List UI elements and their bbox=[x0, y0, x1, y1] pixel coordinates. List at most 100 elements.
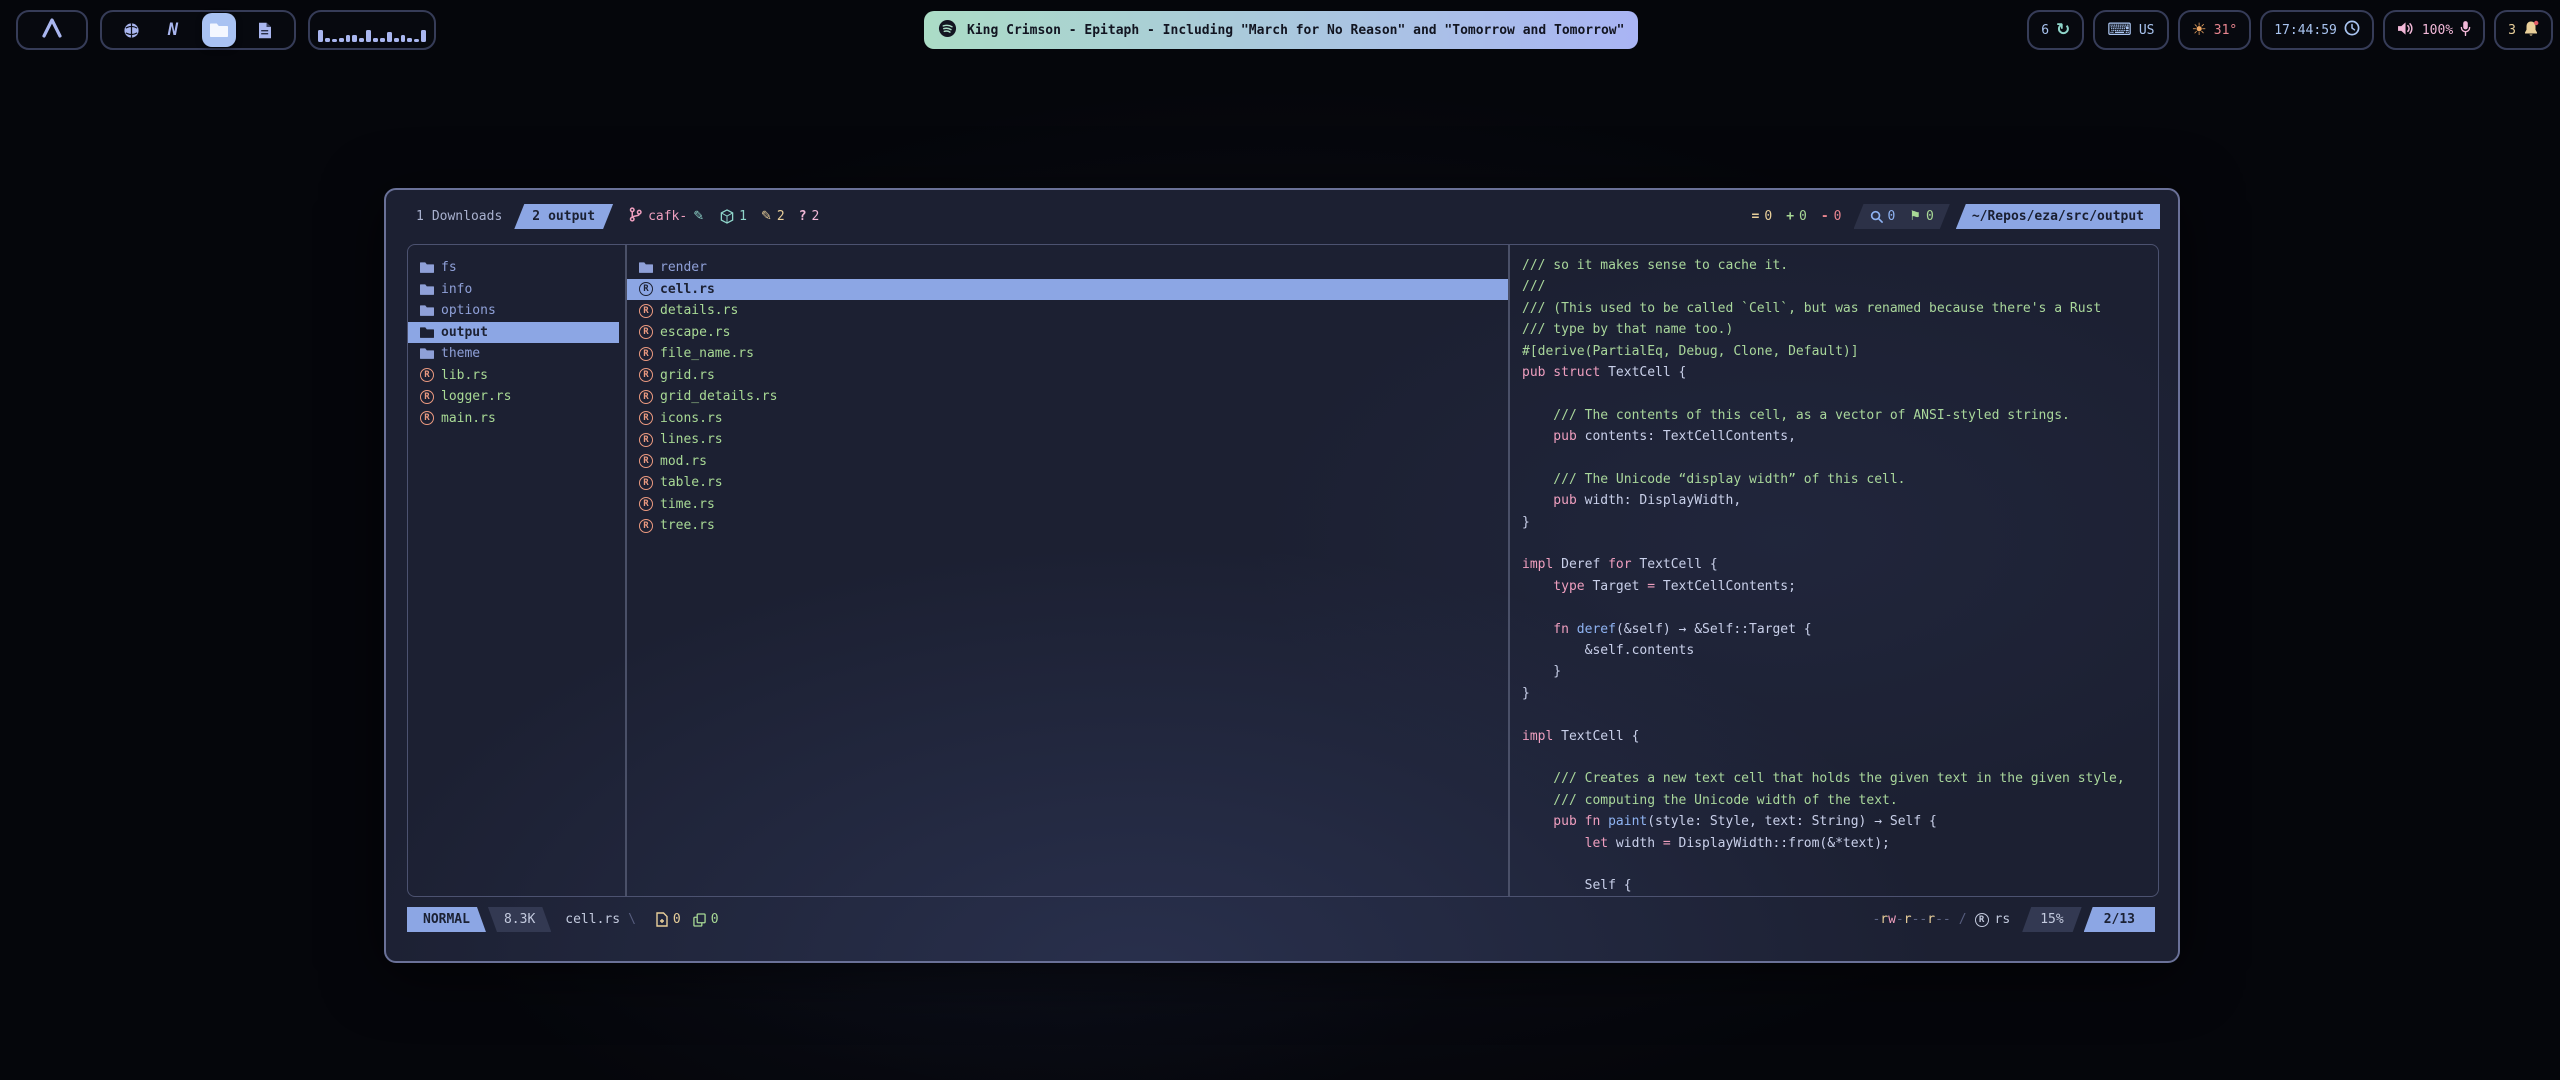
clock-widget[interactable]: 17:44:59 bbox=[2260, 10, 2374, 50]
tab-label: output bbox=[548, 209, 595, 224]
microphone-icon bbox=[2460, 20, 2471, 40]
file-item-grid_details.rs[interactable]: Rgrid_details.rs bbox=[627, 386, 1508, 408]
rust-file-icon: R bbox=[639, 368, 653, 382]
now-playing-widget[interactable]: King Crimson - Epitaph - Including "Marc… bbox=[924, 11, 1638, 49]
breadcrumb-path: ~/Repos/eza/src/output bbox=[1972, 209, 2144, 224]
git-stat-pencil: ✎2 bbox=[761, 209, 785, 224]
launcher-button[interactable] bbox=[16, 10, 88, 50]
visualizer-bar bbox=[373, 38, 378, 42]
dir-item-fs[interactable]: fs bbox=[408, 257, 625, 279]
file-preview-pane: /// so it makes sense to cache it.//////… bbox=[1510, 245, 2158, 896]
file-item-grid.rs[interactable]: Rgrid.rs bbox=[627, 365, 1508, 387]
file-item-lib.rs[interactable]: Rlib.rs bbox=[408, 365, 625, 387]
file-size: 8.3K bbox=[504, 912, 535, 927]
item-label: logger.rs bbox=[441, 389, 511, 404]
tab-label: Downloads bbox=[432, 209, 502, 224]
updates-count: 6 bbox=[2041, 23, 2049, 38]
folder-icon bbox=[420, 347, 434, 360]
file-item-icons.rs[interactable]: Ricons.rs bbox=[627, 408, 1508, 430]
keyboard-layout: US bbox=[2139, 23, 2155, 38]
item-label: time.rs bbox=[660, 497, 715, 512]
folder-icon bbox=[420, 261, 434, 274]
updates-icon: ↻ bbox=[2056, 20, 2070, 40]
notifications-count: 3 bbox=[2508, 23, 2516, 38]
dir-item-render[interactable]: render bbox=[627, 257, 1508, 279]
globe-app-icon[interactable] bbox=[118, 17, 144, 43]
speaker-icon bbox=[2397, 21, 2415, 40]
code-line: pub width: DisplayWidth, bbox=[1522, 490, 2146, 511]
dir-item-theme[interactable]: theme bbox=[408, 343, 625, 365]
rust-file-icon: R bbox=[420, 368, 434, 382]
item-label: table.rs bbox=[660, 475, 723, 490]
keyboard-layout-widget[interactable]: ⌨ US bbox=[2093, 10, 2168, 50]
rust-file-icon: R bbox=[639, 433, 653, 447]
file-item-main.rs[interactable]: Rmain.rs bbox=[408, 408, 625, 430]
file-item-tree.rs[interactable]: Rtree.rs bbox=[627, 515, 1508, 537]
bell-icon bbox=[2523, 20, 2539, 41]
updates-widget[interactable]: 6 ↻ bbox=[2027, 10, 2084, 50]
rust-file-icon: R bbox=[639, 282, 653, 296]
code-line: pub struct TextCell { bbox=[1522, 362, 2146, 383]
file-item-lines.rs[interactable]: Rlines.rs bbox=[627, 429, 1508, 451]
file-item-logger.rs[interactable]: Rlogger.rs bbox=[408, 386, 625, 408]
notifications-widget[interactable]: 3 bbox=[2494, 10, 2553, 50]
code-line: impl TextCell { bbox=[1522, 726, 2146, 747]
item-label: icons.rs bbox=[660, 411, 723, 426]
status-widgets: 6 ↻ ⌨ US ☀ 31° 17:44:59 100% 3 bbox=[2027, 10, 2553, 50]
git-stats-group: 1 ✎2 ?2 bbox=[720, 209, 819, 224]
file-item-mod.rs[interactable]: Rmod.rs bbox=[627, 451, 1508, 473]
item-label: lib.rs bbox=[441, 368, 488, 383]
code-line: fn deref(&self) → &Self::Target { bbox=[1522, 619, 2146, 640]
code-line: type Target = TextCellContents; bbox=[1522, 576, 2146, 597]
dir-item-options[interactable]: options bbox=[408, 300, 625, 322]
file-item-time.rs[interactable]: Rtime.rs bbox=[627, 494, 1508, 516]
file-item-cell.rs[interactable]: Rcell.rs bbox=[627, 279, 1508, 301]
tab-output[interactable]: 2 output bbox=[514, 204, 613, 229]
rust-file-icon: R bbox=[639, 325, 653, 339]
dir-item-output[interactable]: output bbox=[408, 322, 619, 344]
visualizer-bar bbox=[414, 39, 419, 42]
file-item-file_name.rs[interactable]: Rfile_name.rs bbox=[627, 343, 1508, 365]
code-line: /// The contents of this cell, as a vect… bbox=[1522, 405, 2146, 426]
status-separator-slash: / bbox=[1959, 912, 1967, 927]
audio-widget[interactable]: 100% bbox=[2383, 10, 2485, 50]
code-line: let width = DisplayWidth::from(&*text); bbox=[1522, 833, 2146, 854]
code-line bbox=[1522, 854, 2146, 875]
file-item-table.rs[interactable]: Rtable.rs bbox=[627, 472, 1508, 494]
spotify-icon bbox=[938, 19, 957, 42]
folder-icon bbox=[420, 326, 434, 339]
folder-icon bbox=[420, 304, 434, 317]
file-item-escape.rs[interactable]: Rescape.rs bbox=[627, 322, 1508, 344]
code-line bbox=[1522, 448, 2146, 469]
git-stat-question: ?2 bbox=[799, 209, 820, 224]
item-label: lines.rs bbox=[660, 432, 723, 447]
dir-item-info[interactable]: info bbox=[408, 279, 625, 301]
branch-dirty-pencil-icon: ✎ bbox=[693, 209, 704, 224]
change-count-=: =0 bbox=[1752, 209, 1773, 224]
file-item-details.rs[interactable]: Rdetails.rs bbox=[627, 300, 1508, 322]
change-count-+: +0 bbox=[1786, 209, 1807, 224]
document-app-icon[interactable] bbox=[252, 17, 278, 43]
code-line bbox=[1522, 704, 2146, 725]
git-branch-group: cafk- ✎ bbox=[629, 207, 704, 226]
folder-icon bbox=[420, 283, 434, 296]
rust-file-icon: R bbox=[420, 390, 434, 404]
tab-downloads[interactable]: 1 Downloads bbox=[404, 204, 514, 229]
code-line: /// type by that name too.) bbox=[1522, 319, 2146, 340]
top-bar: N King Crimson - Epitaph - Including "Ma… bbox=[0, 0, 2560, 60]
visualizer-bar bbox=[352, 35, 357, 42]
yazi-header-right: =0+0-0 0⚑0 ~/Repos/eza/src/output bbox=[1738, 204, 2160, 229]
neovim-app-icon[interactable]: N bbox=[160, 17, 186, 43]
git-stat-package: 1 bbox=[720, 209, 747, 224]
visualizer-bar bbox=[359, 38, 364, 42]
files-app-icon[interactable] bbox=[202, 13, 236, 47]
code-line: #[derive(PartialEq, Debug, Clone, Defaul… bbox=[1522, 341, 2146, 362]
code-line: /// bbox=[1522, 276, 2146, 297]
rust-file-icon: R bbox=[420, 411, 434, 425]
weather-widget[interactable]: ☀ 31° bbox=[2178, 10, 2252, 50]
current-directory-pane: renderRcell.rsRdetails.rsRescape.rsRfile… bbox=[627, 245, 1508, 896]
code-line: Self { bbox=[1522, 875, 2146, 896]
terminal-window-yazi: 1 Downloads 2 output cafk- ✎ 1✎2?2 =0+0-… bbox=[384, 188, 2180, 963]
code-line bbox=[1522, 747, 2146, 768]
launcher-arrow-icon bbox=[39, 16, 65, 44]
